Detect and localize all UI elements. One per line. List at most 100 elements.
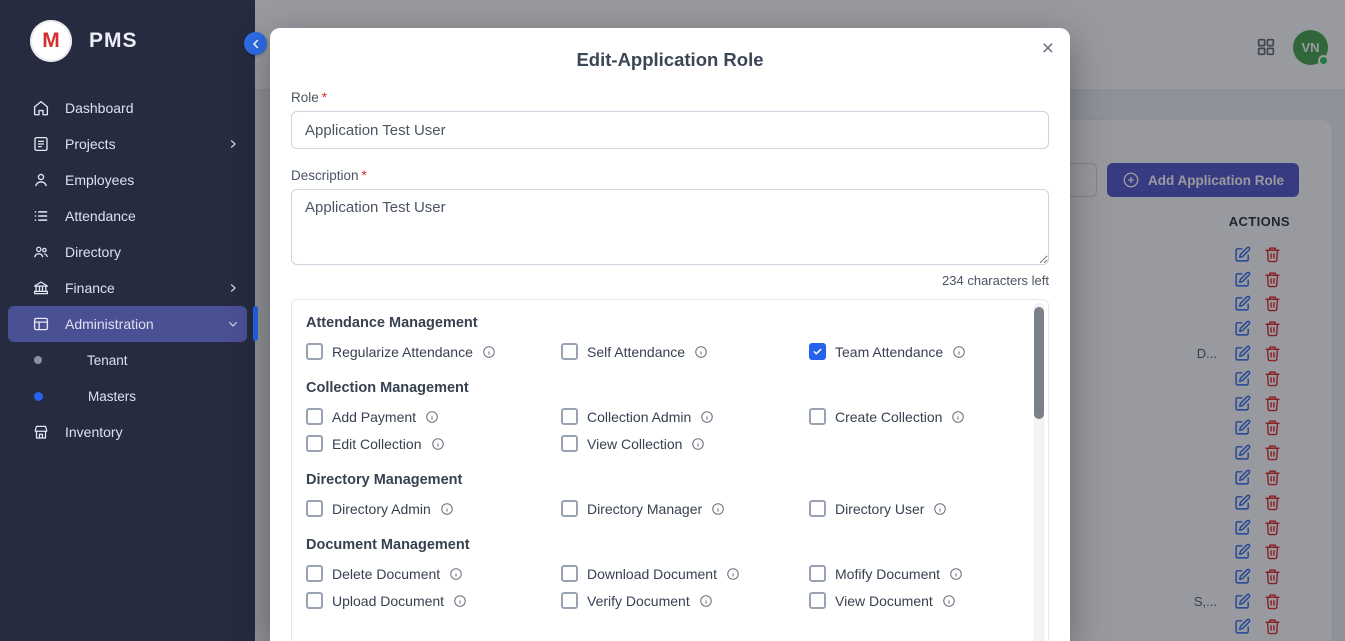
checkbox[interactable] <box>561 500 578 517</box>
permission-mofify-document[interactable]: Mofify Document <box>809 565 1018 582</box>
checkbox[interactable] <box>809 408 826 425</box>
sidebar-item-directory[interactable]: Directory <box>0 234 255 270</box>
checkbox[interactable] <box>306 500 323 517</box>
checkbox[interactable] <box>561 592 578 609</box>
chevron-right-icon <box>227 138 239 150</box>
permission-section-collection-management: Collection Management Add Payment Collec… <box>306 380 1018 452</box>
description-textarea[interactable]: Application Test User <box>291 189 1049 265</box>
sidebar-collapse-button[interactable] <box>244 32 267 55</box>
info-icon[interactable] <box>726 567 740 581</box>
checkbox[interactable] <box>561 408 578 425</box>
permission-collection-admin[interactable]: Collection Admin <box>561 408 809 425</box>
sidebar-item-employees[interactable]: Employees <box>0 162 255 198</box>
edit-application-role-modal: × Edit-Application Role Role* Descriptio… <box>270 28 1070 641</box>
permission-section-title: Collection Management <box>306 380 1018 396</box>
logo-icon: M <box>30 20 72 62</box>
info-icon[interactable] <box>431 437 445 451</box>
home-icon <box>32 99 50 117</box>
info-icon[interactable] <box>952 345 966 359</box>
required-asterisk: * <box>362 168 367 183</box>
projects-icon <box>32 135 50 153</box>
info-icon[interactable] <box>691 437 705 451</box>
chevron-left-icon <box>249 37 263 51</box>
sidebar-item-finance[interactable]: Finance <box>0 270 255 306</box>
directory-icon <box>32 243 50 261</box>
active-route-indicator <box>253 306 258 341</box>
info-icon[interactable] <box>453 594 467 608</box>
characters-left-counter: 234 characters left <box>291 273 1049 288</box>
permission-section-title: Attendance Management <box>306 315 1018 331</box>
permission-section-title: Document Management <box>306 537 1018 553</box>
permission-directory-admin[interactable]: Directory Admin <box>306 500 561 517</box>
permission-download-document[interactable]: Download Document <box>561 565 809 582</box>
info-icon[interactable] <box>482 345 496 359</box>
role-input[interactable] <box>291 111 1049 149</box>
checkbox[interactable] <box>561 435 578 452</box>
attendance-icon <box>32 207 50 225</box>
sidebar-item-projects[interactable]: Projects <box>0 126 255 162</box>
info-icon[interactable] <box>699 594 713 608</box>
permission-self-attendance[interactable]: Self Attendance <box>561 343 809 360</box>
sidebar-item-inventory[interactable]: Inventory <box>0 414 255 450</box>
permission-edit-collection[interactable]: Edit Collection <box>306 435 561 452</box>
info-icon[interactable] <box>700 410 714 424</box>
permission-section-title: Directory Management <box>306 472 1018 488</box>
checkbox[interactable] <box>561 565 578 582</box>
permission-upload-document[interactable]: Upload Document <box>306 592 561 609</box>
sidebar-subitem-tenant[interactable]: Tenant <box>0 342 255 378</box>
permission-sections: Attendance Management Regularize Attenda… <box>306 315 1018 609</box>
permission-regularize-attendance[interactable]: Regularize Attendance <box>306 343 561 360</box>
chevron-down-icon <box>227 318 239 330</box>
employee-icon <box>32 171 50 189</box>
modal-title: Edit-Application Role <box>291 28 1049 71</box>
info-icon[interactable] <box>933 502 947 516</box>
bullet-icon <box>34 392 43 401</box>
permission-section-document-management: Document Management Delete Document Down… <box>306 537 1018 609</box>
info-icon[interactable] <box>449 567 463 581</box>
permission-section-attendance-management: Attendance Management Regularize Attenda… <box>306 315 1018 360</box>
permission-section-directory-management: Directory Management Directory Admin Dir… <box>306 472 1018 517</box>
required-asterisk: * <box>322 90 327 105</box>
permission-add-payment[interactable]: Add Payment <box>306 408 561 425</box>
permission-view-collection[interactable]: View Collection <box>561 435 809 452</box>
sidebar-item-dashboard[interactable]: Dashboard <box>0 90 255 126</box>
checkbox[interactable] <box>809 500 826 517</box>
checkbox[interactable] <box>561 343 578 360</box>
info-icon[interactable] <box>440 502 454 516</box>
checkbox[interactable] <box>306 343 323 360</box>
checkbox[interactable] <box>306 565 323 582</box>
permission-view-document[interactable]: View Document <box>809 592 1018 609</box>
checkbox[interactable] <box>809 343 826 360</box>
permission-team-attendance[interactable]: Team Attendance <box>809 343 1018 360</box>
role-label-text: Role <box>291 90 319 105</box>
scrollbar-thumb[interactable] <box>1034 307 1044 419</box>
sidebar-nav: Dashboard Projects Employees Attendance … <box>0 90 255 450</box>
finance-icon <box>32 279 50 297</box>
sidebar-subitem-masters[interactable]: Masters <box>0 378 255 414</box>
permission-verify-document[interactable]: Verify Document <box>561 592 809 609</box>
info-icon[interactable] <box>942 594 956 608</box>
info-icon[interactable] <box>425 410 439 424</box>
checkbox[interactable] <box>809 565 826 582</box>
permission-directory-user[interactable]: Directory User <box>809 500 1018 517</box>
inventory-icon <box>32 423 50 441</box>
close-icon[interactable]: × <box>1042 38 1054 59</box>
checkbox[interactable] <box>306 592 323 609</box>
checkbox[interactable] <box>306 408 323 425</box>
app-logo: M PMS <box>0 0 255 62</box>
info-icon[interactable] <box>694 345 708 359</box>
permission-create-collection[interactable]: Create Collection <box>809 408 1018 425</box>
info-icon[interactable] <box>711 502 725 516</box>
checkbox[interactable] <box>306 435 323 452</box>
info-icon[interactable] <box>951 410 965 424</box>
info-icon[interactable] <box>949 567 963 581</box>
sidebar-item-administration[interactable]: Administration <box>8 306 247 342</box>
administration-icon <box>32 315 50 333</box>
description-label-text: Description <box>291 168 359 183</box>
permission-directory-manager[interactable]: Directory Manager <box>561 500 809 517</box>
checkbox[interactable] <box>809 592 826 609</box>
sidebar-item-attendance[interactable]: Attendance <box>0 198 255 234</box>
permission-delete-document[interactable]: Delete Document <box>306 565 561 582</box>
sidebar: M PMS Dashboard Projects Employees Atten… <box>0 0 255 641</box>
description-field-label: Description* <box>291 168 1049 183</box>
